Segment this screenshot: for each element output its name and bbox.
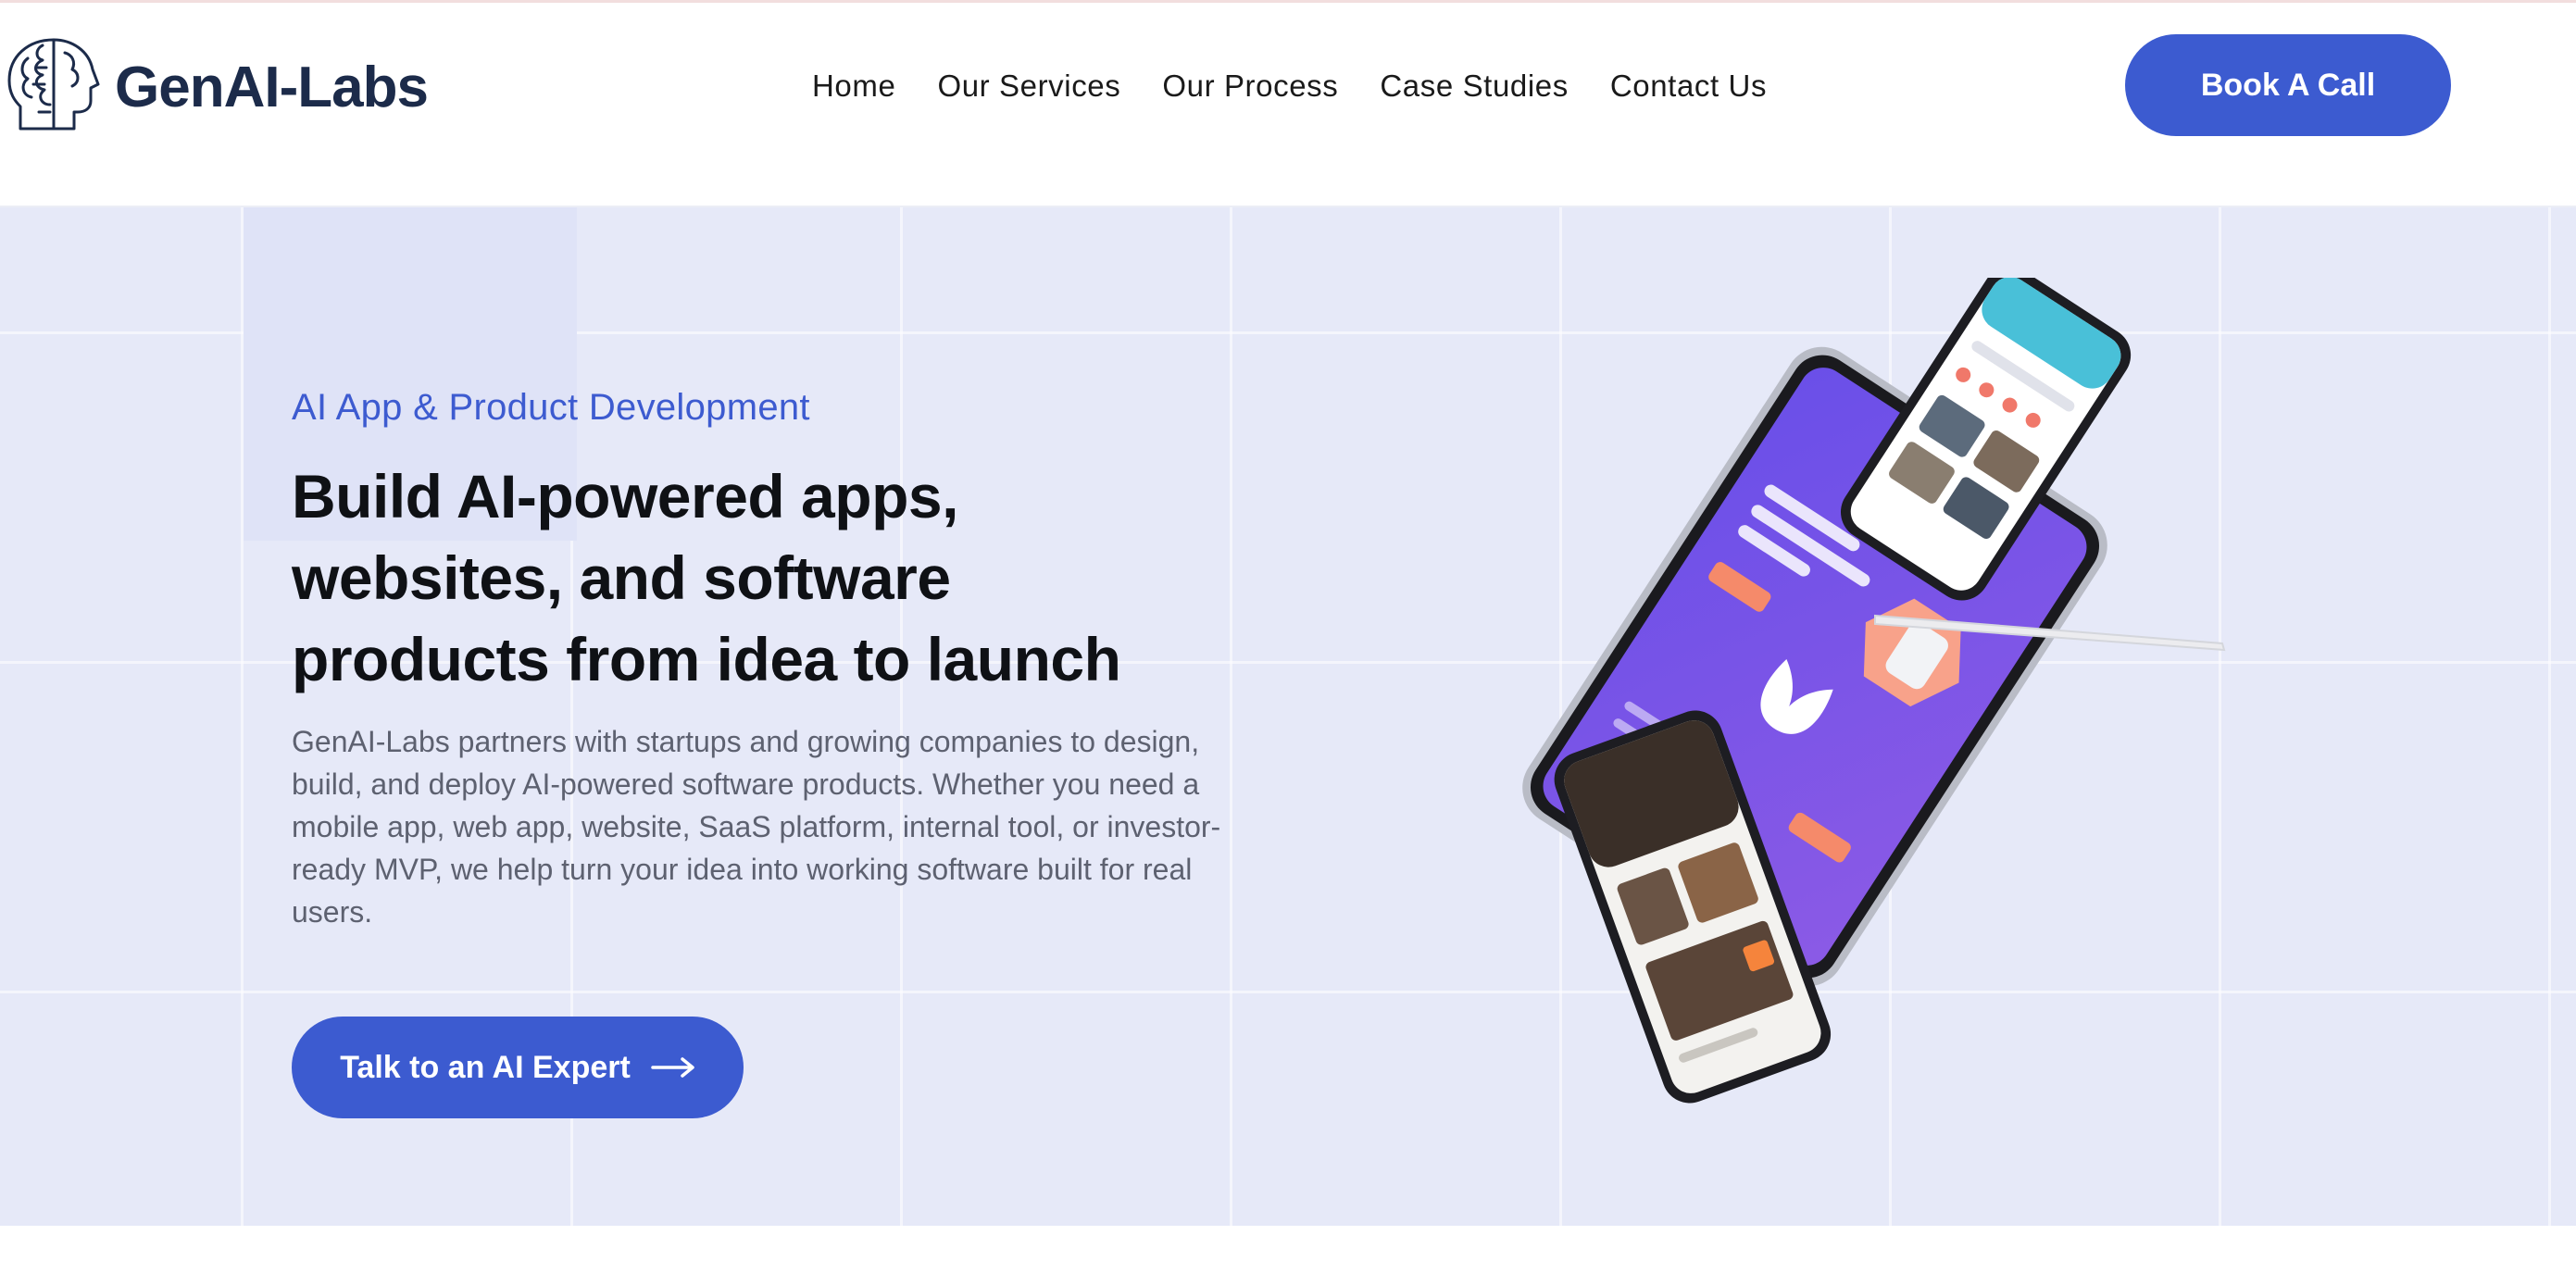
brain-head-icon <box>0 32 107 143</box>
hero-description: GenAI-Labs partners with startups and gr… <box>292 725 1221 929</box>
nav-home[interactable]: Home <box>812 69 895 104</box>
brand-name: GenAI-Labs <box>115 55 429 119</box>
talk-to-ai-expert-button[interactable]: Talk to an AI Expert <box>292 1017 744 1118</box>
nav-contact-us[interactable]: Contact Us <box>1610 69 1767 104</box>
hero-eyebrow: AI App & Product Development <box>292 387 810 428</box>
book-a-call-button[interactable]: Book A Call <box>2125 34 2451 136</box>
arrow-right-icon <box>651 1050 695 1086</box>
nav-our-services[interactable]: Our Services <box>937 69 1120 104</box>
page: GenAI-Labs Home Our Services Our Process… <box>0 0 2576 1285</box>
talk-to-ai-expert-label: Talk to an AI Expert <box>340 1049 631 1085</box>
hero-headline-line-1: Build AI-powered apps, <box>292 462 958 530</box>
site-header: GenAI-Labs Home Our Services Our Process… <box>0 0 2576 207</box>
hero-bottom-edge <box>0 1226 2576 1285</box>
brand-logo-link[interactable]: GenAI-Labs <box>0 32 429 143</box>
devices-mockup-icon <box>1509 267 2250 1148</box>
hero-headline-line-3: products from idea to launch <box>292 625 1121 693</box>
nav-our-process[interactable]: Our Process <box>1162 69 1338 104</box>
nav-case-studies[interactable]: Case Studies <box>1380 69 1568 104</box>
main-nav: Home Our Services Our Process Case Studi… <box>812 58 1767 114</box>
hero-headline: Build AI-powered apps, websites, and sof… <box>292 455 1310 700</box>
hero-headline-line-2: websites, and software <box>292 543 951 612</box>
